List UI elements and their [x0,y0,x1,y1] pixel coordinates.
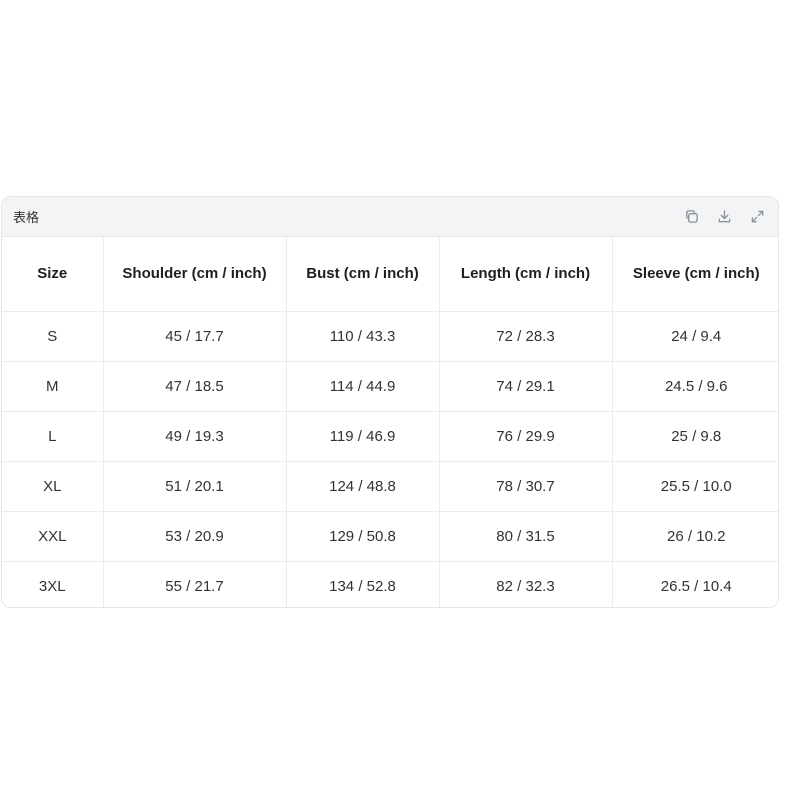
download-button[interactable] [716,208,733,225]
table-panel-header: 表格 [2,197,778,237]
cell-shoulder: 47 / 18.5 [103,361,287,412]
column-header-shoulder: Shoulder (cm / inch) [103,237,287,312]
cell-length: 80 / 31.5 [439,511,613,562]
cell-bust: 129 / 50.8 [286,511,440,562]
cell-bust: 124 / 48.8 [286,461,440,512]
cell-sleeve: 25 / 9.8 [612,411,778,462]
table-row: M 47 / 18.5 114 / 44.9 74 / 29.1 24.5 / … [2,361,778,412]
cell-size: XL [2,461,104,512]
copy-button[interactable] [683,208,700,225]
cell-shoulder: 55 / 21.7 [103,561,287,607]
cell-sleeve: 26 / 10.2 [612,511,778,562]
cell-sleeve: 26.5 / 10.4 [660,577,732,595]
cell-shoulder: 53 / 20.9 [103,511,287,562]
cell-size: XXL [2,511,104,562]
cell-shoulder: 45 / 17.7 [103,311,287,362]
table-row: XL 51 / 20.1 124 / 48.8 78 / 30.7 25.5 /… [2,461,778,512]
table-header-row: Size Shoulder (cm / inch) Bust (cm / inc… [2,237,778,312]
size-chart-table: Size Shoulder (cm / inch) Bust (cm / inc… [2,237,778,607]
column-header-length: Length (cm / inch) [439,237,613,312]
cell-size: 3XL [2,561,104,607]
cell-shoulder: 49 / 19.3 [103,411,287,462]
cell-bust: 134 / 52.8 [286,561,440,607]
cell-size: S [2,311,104,362]
cell-sleeve: 25.5 / 10.0 [612,461,778,512]
cell-bust: 110 / 43.3 [286,311,440,362]
cell-length: 76 / 29.9 [439,411,613,462]
expand-button[interactable] [749,208,766,225]
cell-length: 72 / 28.3 [439,311,613,362]
table-row: XXL 53 / 20.9 129 / 50.8 80 / 31.5 26 / … [2,511,778,562]
table-row: S 45 / 17.7 110 / 43.3 72 / 28.3 24 / 9.… [2,311,778,362]
table-panel: 表格 Size Shoulder (cm / inch) Bust (cm / … [1,196,779,608]
header-actions [683,208,766,225]
column-header-size: Size [2,237,104,312]
column-header-bust: Bust (cm / inch) [286,237,440,312]
cell-size: L [2,411,104,462]
expand-icon [751,210,764,223]
cell-bust: 114 / 44.9 [286,361,440,412]
cell-bust: 119 / 46.9 [286,411,440,462]
cell-length: 78 / 30.7 [439,461,613,512]
cell-sleeve: 24.5 / 9.6 [612,361,778,412]
cell-length: 82 / 32.3 [439,561,613,607]
table-row: L 49 / 19.3 119 / 46.9 76 / 29.9 25 / 9.… [2,411,778,462]
copy-icon [686,210,698,223]
table-row: 3XL 55 / 21.7 134 / 52.8 82 / 32.3 26.5 … [2,561,778,607]
cell-sleeve: 24 / 9.4 [612,311,778,362]
cell-size: M [2,361,104,412]
column-header-sleeve: Sleeve (cm / inch) [612,237,778,312]
download-icon [718,210,731,223]
cell-shoulder: 51 / 20.1 [103,461,287,512]
cell-length: 74 / 29.1 [439,361,613,412]
panel-title: 表格 [13,210,40,225]
